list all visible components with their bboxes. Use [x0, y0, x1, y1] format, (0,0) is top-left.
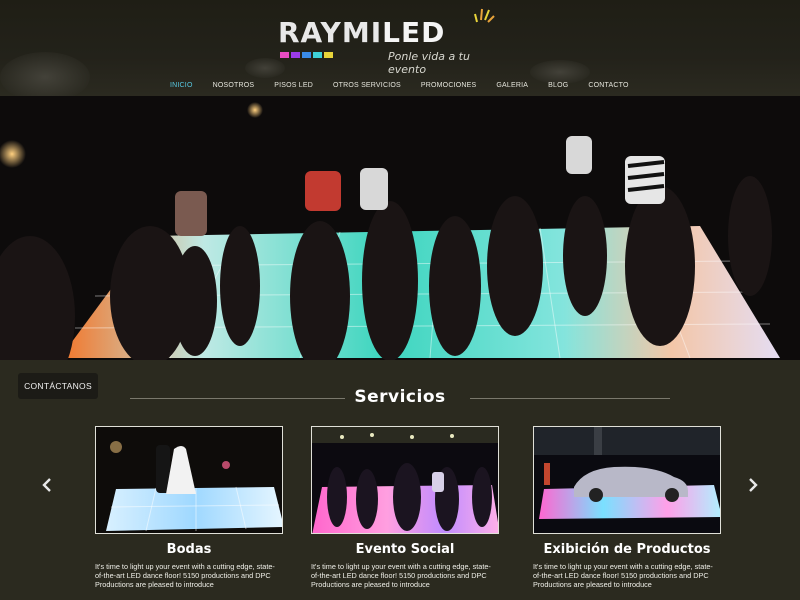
nav-item-pisos-led[interactable]: PISOS LED — [264, 80, 323, 94]
service-card-text: It's time to light up your event with a … — [95, 562, 275, 589]
service-card-text: It's time to light up your event with a … — [311, 562, 491, 589]
site-header: RAYMILED Ponle vida a tu evento INICIO NO… — [0, 0, 800, 102]
service-card-evento-social[interactable]: Evento Social It's time to light up your… — [311, 426, 499, 589]
services-title: Servicios — [354, 387, 446, 407]
nav-item-galeria[interactable]: GALERIA — [486, 80, 538, 94]
service-card-image[interactable] — [95, 426, 283, 534]
carousel-prev-button[interactable] — [40, 476, 54, 494]
service-card-title[interactable]: Bodas — [95, 542, 283, 557]
nav-item-otros-servicios[interactable]: OTROS SERVICIOS — [323, 80, 411, 94]
service-card-title[interactable]: Exibición de Productos — [533, 542, 721, 557]
nav-item-contacto[interactable]: CONTACTO — [578, 80, 638, 94]
carousel-next-button[interactable] — [746, 476, 760, 494]
service-card-text: It's time to light up your event with a … — [533, 562, 713, 589]
nav-item-nosotros[interactable]: NOSOTROS — [203, 80, 265, 94]
main-nav: INICIO NOSOTROS PISOS LED OTROS SERVICIOS PR… — [160, 80, 639, 94]
divider — [130, 398, 345, 399]
chevron-left-icon — [42, 478, 51, 492]
nav-item-promociones[interactable]: PROMOCIONES — [411, 80, 486, 94]
nav-item-blog[interactable]: BLOG — [538, 80, 578, 94]
header-bokeh-light — [0, 52, 90, 102]
logo-color-squares — [280, 52, 333, 58]
service-card-exibicion-productos[interactable]: Exibición de Productos It's time to ligh… — [533, 426, 721, 589]
logo-tagline: Ponle vida a tu evento — [388, 50, 470, 76]
logo-rays-icon — [474, 8, 495, 23]
service-card-image[interactable] — [311, 426, 499, 534]
service-card-title[interactable]: Evento Social — [311, 542, 499, 557]
logo-wordmark: RAYMILED — [278, 16, 446, 49]
divider — [470, 398, 670, 399]
logo-square — [313, 52, 322, 58]
services-section-header: Servicios — [0, 387, 800, 407]
logo-square — [302, 52, 311, 58]
chevron-right-icon — [749, 478, 758, 492]
nav-item-inicio[interactable]: INICIO — [160, 80, 203, 94]
logo-square — [280, 52, 289, 58]
logo-square — [324, 52, 333, 58]
hero-dance-floor-photo — [0, 96, 800, 360]
service-card-bodas[interactable]: Bodas It's time to light up your event w… — [95, 426, 283, 589]
service-card-image[interactable] — [533, 426, 721, 534]
logo-square — [291, 52, 300, 58]
site-logo[interactable]: RAYMILED Ponle vida a tu evento — [278, 6, 508, 76]
hero-image — [0, 96, 800, 360]
